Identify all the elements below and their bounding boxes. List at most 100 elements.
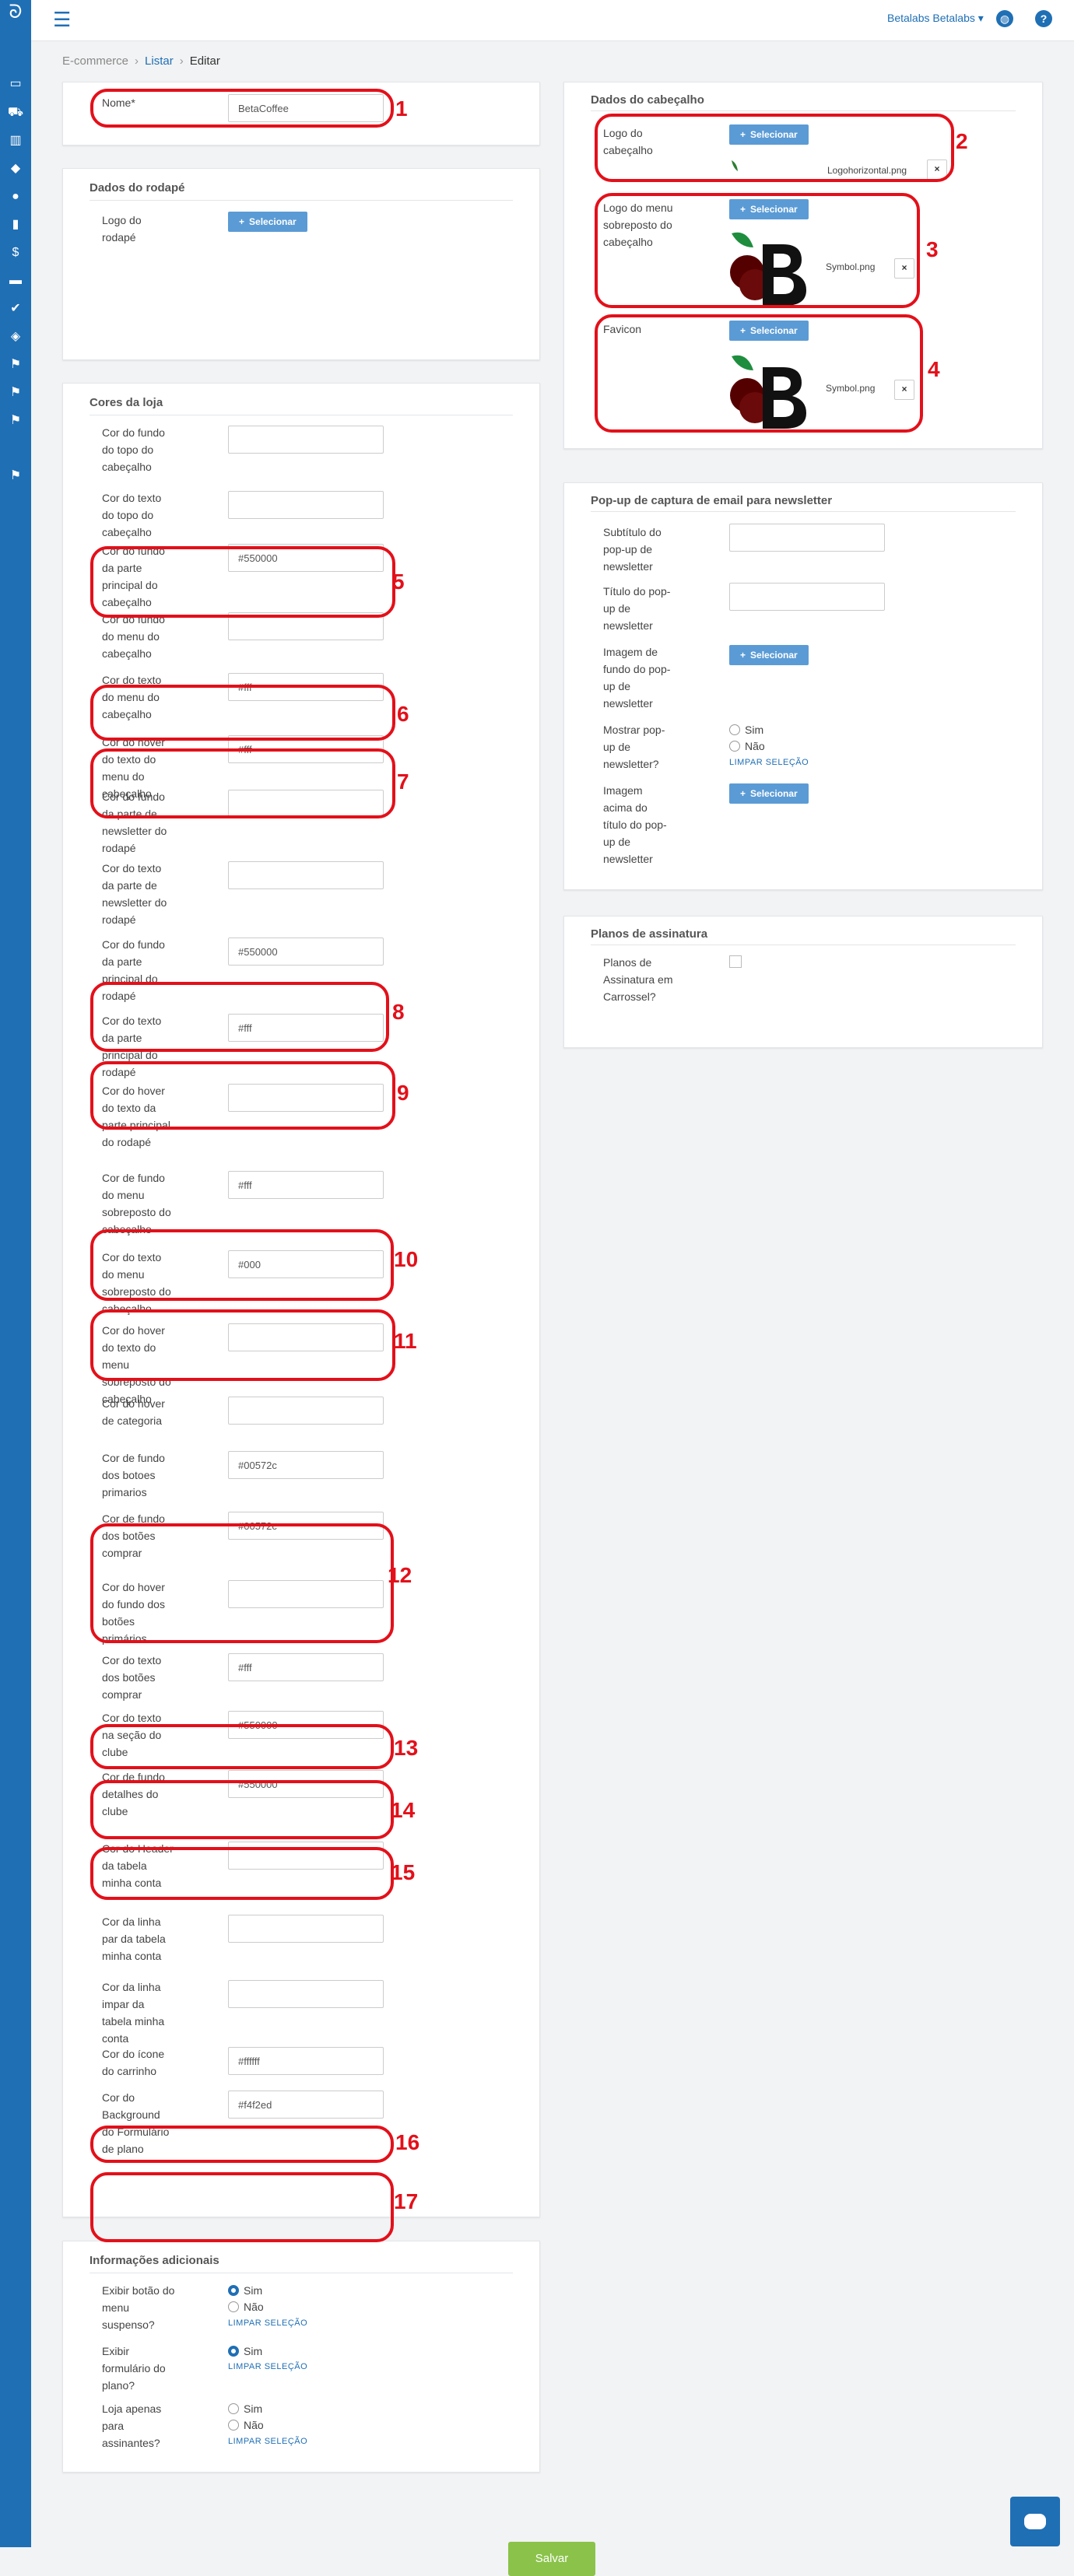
newsletter-subtitle-label: Subtítulo do pop-up de newsletter bbox=[603, 526, 662, 573]
select-button-label: Selecionar bbox=[750, 788, 798, 799]
color-field-input[interactable] bbox=[228, 1980, 384, 2008]
color-field-input[interactable] bbox=[228, 938, 384, 966]
additional-info-panel: Informações adicionais Exibir botão do m… bbox=[62, 2241, 540, 2473]
overlay-logo-select-button[interactable]: + Selecionar bbox=[729, 199, 809, 219]
hamburger-menu-icon[interactable]: ☰ bbox=[53, 9, 71, 30]
catalog-icon[interactable]: ▥ bbox=[5, 131, 26, 150]
card-icon[interactable]: ▬ bbox=[5, 272, 26, 290]
color-field-input[interactable] bbox=[228, 673, 384, 701]
color-field-input[interactable] bbox=[228, 544, 384, 572]
newsletter-show-yes-radio[interactable] bbox=[729, 724, 740, 735]
favicon-remove-button[interactable]: × bbox=[894, 380, 914, 400]
flag-icon[interactable]: ⚑ bbox=[5, 467, 26, 485]
newsletter-title-input[interactable] bbox=[729, 583, 885, 611]
tags-icon[interactable]: ◆ bbox=[5, 159, 26, 178]
color-field-input[interactable] bbox=[228, 1451, 384, 1479]
overlay-logo-remove-button[interactable]: × bbox=[894, 258, 914, 279]
color-field-input[interactable] bbox=[228, 1084, 384, 1112]
newsletter-above-image-select-button[interactable]: + Selecionar bbox=[729, 783, 809, 804]
favicon-label: Favicon bbox=[603, 323, 642, 335]
monitor-icon[interactable]: ▭ bbox=[5, 75, 26, 93]
chat-button[interactable] bbox=[1010, 2497, 1060, 2546]
header-logo-remove-button[interactable]: × bbox=[927, 159, 947, 180]
color-field-label: Cor da linha par da tabela minha conta bbox=[102, 1915, 166, 1962]
annotation-number: 8 bbox=[392, 1000, 405, 1024]
annotation-number: 17 bbox=[394, 2189, 419, 2213]
cart-icon[interactable]: ⛟ bbox=[5, 103, 26, 122]
header-logo-thumbnail bbox=[732, 160, 738, 171]
color-field-input[interactable] bbox=[228, 790, 384, 818]
flag-icon[interactable]: ⚑ bbox=[5, 412, 26, 430]
radio-label: Sim bbox=[244, 2284, 263, 2297]
favicon-image bbox=[730, 355, 806, 429]
sidebar: ᘐ ▭ ⛟ ▥ ◆ ● ▮ $ ▬ ✔ ◈ ⚑ ⚑ ⚑ ⚑ bbox=[0, 0, 31, 2547]
plan-form-option-label: Exibir formulário do plano? bbox=[102, 2345, 166, 2392]
flag-icon[interactable]: ⚑ bbox=[5, 384, 26, 402]
newsletter-show-label: Mostrar pop-up de newsletter? bbox=[603, 724, 665, 770]
color-field-input[interactable] bbox=[228, 1250, 384, 1278]
clear-selection-link[interactable]: LIMPAR SELEÇÃO bbox=[228, 2362, 307, 2371]
favicon-select-button[interactable]: + Selecionar bbox=[729, 321, 809, 341]
additional-info-title: Informações adicionais bbox=[90, 2254, 219, 2267]
app-logo-icon[interactable]: ᘐ bbox=[3, 0, 28, 25]
select-button-label: Selecionar bbox=[750, 325, 798, 336]
clear-selection-link[interactable]: LIMPAR SELEÇÃO bbox=[729, 758, 809, 767]
dropdown-menu-yes-radio[interactable] bbox=[228, 2285, 239, 2296]
chart-icon[interactable]: ▮ bbox=[5, 216, 26, 234]
color-field-input[interactable] bbox=[228, 1842, 384, 1870]
color-field-input[interactable] bbox=[228, 1397, 384, 1425]
color-field-input[interactable] bbox=[228, 2047, 384, 2075]
overlay-logo-filename: Symbol.png bbox=[826, 261, 876, 272]
annotation-number: 16 bbox=[395, 2130, 420, 2154]
clear-selection-link[interactable]: LIMPAR SELEÇÃO bbox=[228, 2437, 307, 2446]
newsletter-subtitle-input[interactable] bbox=[729, 524, 885, 552]
annotation-number: 15 bbox=[391, 1860, 416, 1884]
user-menu[interactable]: Betalabs Betalabs ▾ bbox=[887, 12, 984, 25]
globe-icon[interactable]: ◍ bbox=[996, 10, 1013, 27]
help-icon[interactable]: ? bbox=[1035, 10, 1052, 27]
select-button-label: Selecionar bbox=[750, 129, 798, 140]
color-field-input[interactable] bbox=[228, 612, 384, 640]
color-field-input[interactable] bbox=[228, 1770, 384, 1798]
check-icon[interactable]: ✔ bbox=[5, 300, 26, 318]
header-logo-filename: Logohorizontal.png bbox=[827, 165, 907, 176]
color-field-input[interactable] bbox=[228, 491, 384, 519]
color-field-label: Cor do fundo do menu do cabeçalho bbox=[102, 613, 165, 660]
annotation-number: 3 bbox=[926, 237, 939, 261]
color-field-input[interactable] bbox=[228, 2091, 384, 2119]
breadcrumb-list-link[interactable]: Listar bbox=[145, 54, 174, 68]
name-input[interactable] bbox=[228, 94, 384, 122]
annotation-number: 11 bbox=[394, 1329, 417, 1353]
color-field-input[interactable] bbox=[228, 426, 384, 454]
color-field-input[interactable] bbox=[228, 1653, 384, 1681]
newsletter-bg-image-select-button[interactable]: + Selecionar bbox=[729, 645, 809, 665]
user-icon[interactable]: ● bbox=[5, 188, 26, 206]
color-field-label: Cor do fundo da parte principal do rodap… bbox=[102, 938, 165, 1002]
color-field-input[interactable] bbox=[228, 1580, 384, 1608]
color-field-input[interactable] bbox=[228, 1171, 384, 1199]
color-field-input[interactable] bbox=[228, 735, 384, 763]
plans-carousel-label: Planos de Assinatura em Carrossel? bbox=[603, 956, 673, 1003]
plan-form-yes-radio[interactable] bbox=[228, 2346, 239, 2357]
footer-logo-select-button[interactable]: + Selecionar bbox=[228, 212, 307, 232]
color-field-input[interactable] bbox=[228, 1512, 384, 1540]
color-field-input[interactable] bbox=[228, 861, 384, 889]
topbar: ☰ Betalabs Betalabs ▾ ◍ ? bbox=[31, 0, 1074, 41]
flag-icon[interactable]: ⚑ bbox=[5, 356, 26, 374]
clear-selection-link[interactable]: LIMPAR SELEÇÃO bbox=[228, 2318, 307, 2328]
color-field-input[interactable] bbox=[228, 1711, 384, 1739]
radio-label: Não bbox=[745, 740, 765, 752]
dropdown-menu-no-radio[interactable] bbox=[228, 2301, 239, 2312]
color-field-label: Cor do fundo da parte principal do cabeç… bbox=[102, 545, 165, 608]
newsletter-show-no-radio[interactable] bbox=[729, 741, 740, 752]
color-field-input[interactable] bbox=[228, 1014, 384, 1042]
dollar-icon[interactable]: $ bbox=[5, 244, 26, 262]
plans-carousel-checkbox[interactable] bbox=[729, 955, 742, 968]
header-logo-select-button[interactable]: + Selecionar bbox=[729, 124, 809, 145]
subscribers-only-no-radio[interactable] bbox=[228, 2420, 239, 2431]
subscribers-only-yes-radio[interactable] bbox=[228, 2403, 239, 2414]
color-field-input[interactable] bbox=[228, 1915, 384, 1943]
tag-icon[interactable]: ◈ bbox=[5, 328, 26, 346]
radio-label: Sim bbox=[244, 2403, 263, 2415]
color-field-input[interactable] bbox=[228, 1323, 384, 1351]
